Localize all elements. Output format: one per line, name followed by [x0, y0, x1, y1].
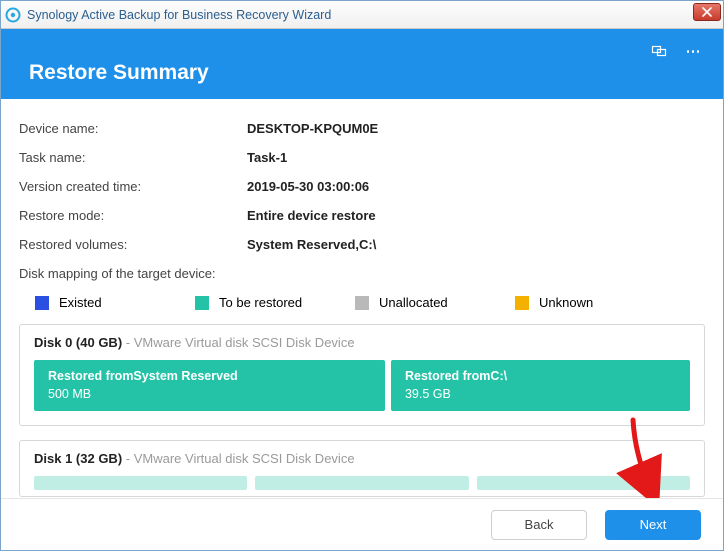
disk-0-name: Disk 0 (40 GB): [34, 335, 122, 350]
slot: [477, 476, 690, 490]
legend-unallocated-label: Unallocated: [379, 295, 448, 310]
disk-0-desc: - VMware Virtual disk SCSI Disk Device: [126, 335, 355, 350]
disk-1-desc: - VMware Virtual disk SCSI Disk Device: [126, 451, 355, 466]
legend-unknown-label: Unknown: [539, 295, 593, 310]
task-name-value: Task-1: [247, 150, 287, 165]
page-header: Restore Summary: [1, 29, 723, 99]
swatch-unallocated: [355, 296, 369, 310]
legend: Existed To be restored Unallocated Unkno…: [19, 295, 705, 310]
disk-card-1: Disk 1 (32 GB) - VMware Virtual disk SCS…: [19, 440, 705, 497]
back-button[interactable]: Back: [491, 510, 587, 540]
legend-to-restore-label: To be restored: [219, 295, 302, 310]
legend-unknown: Unknown: [515, 295, 593, 310]
disk-1-slots: [34, 476, 690, 490]
kv-version-time: Version created time: 2019-05-30 03:00:0…: [19, 179, 705, 194]
kv-device-name: Device name: DESKTOP-KPQUM0E: [19, 121, 705, 136]
partition-0-title: Restored fromSystem Reserved: [48, 368, 371, 386]
slot: [255, 476, 468, 490]
version-time-label: Version created time:: [19, 179, 247, 194]
disk-card-0: Disk 0 (40 GB) - VMware Virtual disk SCS…: [19, 324, 705, 426]
next-button[interactable]: Next: [605, 510, 701, 540]
close-button[interactable]: [693, 3, 721, 21]
legend-to-restore: To be restored: [195, 295, 355, 310]
restore-mode-value: Entire device restore: [247, 208, 376, 223]
partition-0-size: 500 MB: [48, 386, 371, 404]
disk-1-header: Disk 1 (32 GB) - VMware Virtual disk SCS…: [34, 451, 690, 466]
footer: Back Next: [1, 498, 723, 550]
disk-0-header: Disk 0 (40 GB) - VMware Virtual disk SCS…: [34, 335, 690, 350]
partition-c-drive[interactable]: Restored fromC:\ 39.5 GB: [391, 360, 690, 411]
restored-volumes-label: Restored volumes:: [19, 237, 247, 252]
page-title: Restore Summary: [29, 61, 209, 85]
title-bar: Synology Active Backup for Business Reco…: [1, 1, 723, 29]
mapping-section-label: Disk mapping of the target device:: [19, 266, 705, 281]
partition-1-size: 39.5 GB: [405, 386, 676, 404]
more-icon[interactable]: [685, 43, 701, 59]
header-actions: [651, 43, 701, 59]
screens-icon[interactable]: [651, 43, 667, 59]
version-time-value: 2019-05-30 03:00:06: [247, 179, 369, 194]
app-icon: [5, 7, 21, 23]
legend-unallocated: Unallocated: [355, 295, 515, 310]
slot: [34, 476, 247, 490]
task-name-label: Task name:: [19, 150, 247, 165]
legend-existed: Existed: [35, 295, 195, 310]
kv-restored-volumes: Restored volumes: System Reserved,C:\: [19, 237, 705, 252]
content: Device name: DESKTOP-KPQUM0E Task name: …: [1, 99, 723, 498]
kv-task-name: Task name: Task-1: [19, 150, 705, 165]
disk-0-partitions: Restored fromSystem Reserved 500 MB Rest…: [34, 360, 690, 411]
disk-1-name: Disk 1 (32 GB): [34, 451, 122, 466]
device-name-value: DESKTOP-KPQUM0E: [247, 121, 378, 136]
restore-mode-label: Restore mode:: [19, 208, 247, 223]
partition-system-reserved[interactable]: Restored fromSystem Reserved 500 MB: [34, 360, 385, 411]
device-name-label: Device name:: [19, 121, 247, 136]
swatch-to-restore: [195, 296, 209, 310]
legend-existed-label: Existed: [59, 295, 102, 310]
restored-volumes-value: System Reserved,C:\: [247, 237, 376, 252]
swatch-existed: [35, 296, 49, 310]
kv-restore-mode: Restore mode: Entire device restore: [19, 208, 705, 223]
swatch-unknown: [515, 296, 529, 310]
window-title: Synology Active Backup for Business Reco…: [27, 8, 331, 22]
partition-1-title: Restored fromC:\: [405, 368, 676, 386]
